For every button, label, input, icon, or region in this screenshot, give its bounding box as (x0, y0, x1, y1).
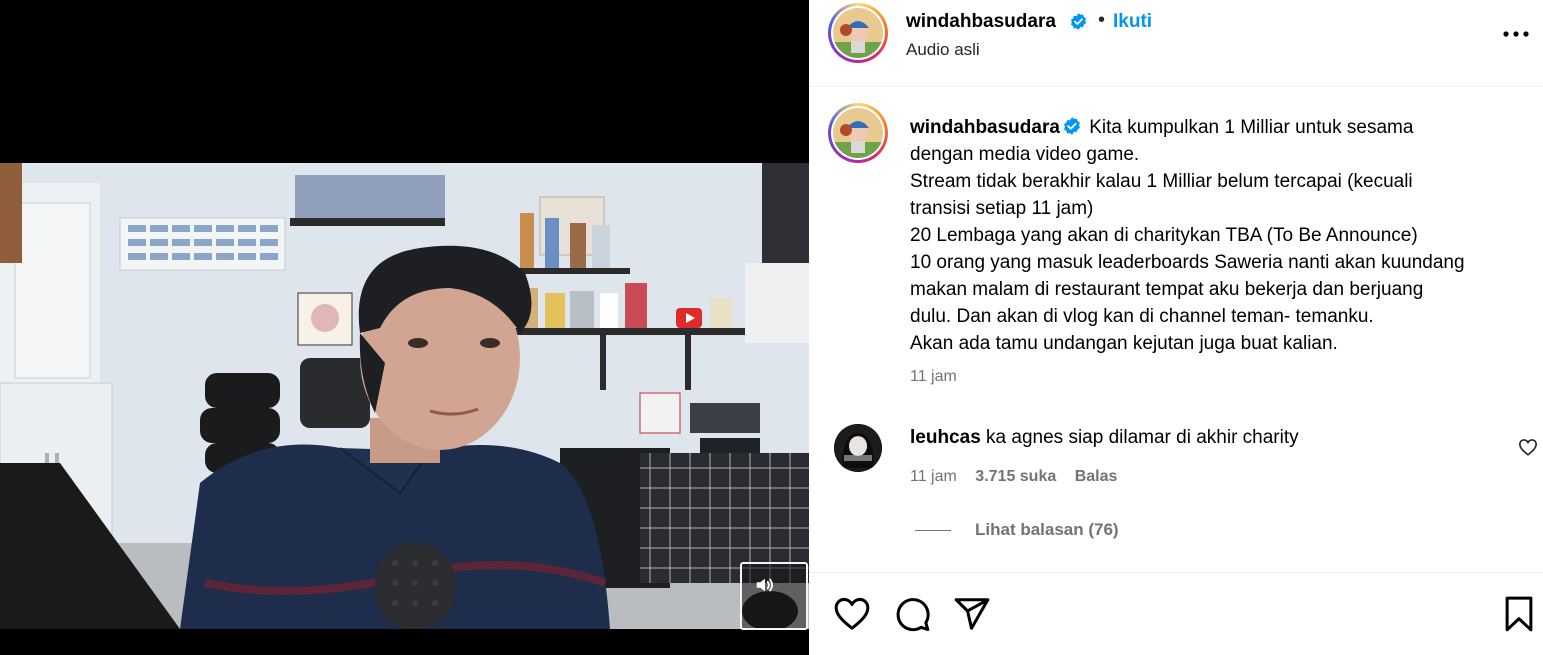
action-bar (809, 574, 1543, 655)
commenter-avatar[interactable] (834, 424, 882, 472)
comment-heart-icon[interactable] (1518, 438, 1538, 456)
caption-text: windahbasudara Kita kumpulkan 1 Milliar … (910, 114, 1530, 357)
caption-avatar-image (833, 108, 883, 158)
comment-likes[interactable]: 3.715 suka (975, 468, 1056, 485)
heart-icon[interactable] (833, 595, 871, 633)
caption-line: Akan ada tamu undangan kejutan juga buat… (910, 333, 1338, 354)
speaker-icon (756, 578, 774, 592)
video-still (0, 163, 809, 629)
view-replies-label: Lihat balasan (76) (975, 520, 1119, 539)
caption-line: 10 orang yang masuk leaderboards Saweria… (910, 252, 1465, 273)
caption-timestamp[interactable]: 11 jam (910, 368, 957, 386)
audio-label[interactable]: Audio asli (906, 40, 980, 60)
caption-username[interactable]: windahbasudara (910, 117, 1060, 138)
caption-line: dengan media video game. (910, 144, 1140, 165)
verified-badge-icon (1064, 117, 1080, 135)
more-horizontal-icon[interactable] (1499, 22, 1533, 46)
reply-button[interactable]: Balas (1075, 468, 1118, 485)
author-avatar-image (833, 8, 883, 58)
comment-item: leuhcas ka agnes siap dilamar di akhir c… (809, 418, 1543, 498)
audio-toggle-button[interactable] (740, 562, 808, 630)
caption-line: 20 Lembaga yang akan di charitykan TBA (… (910, 225, 1418, 246)
comments-section[interactable]: windahbasudara Kita kumpulkan 1 Milliar … (809, 88, 1543, 573)
video-player[interactable] (0, 0, 809, 655)
comment-meta: 11 jam 3.715 suka Balas (910, 468, 1131, 486)
comment-icon[interactable] (893, 595, 931, 633)
verified-badge-icon (1070, 13, 1087, 30)
caption-line: dulu. Dan akan di vlog kan di channel te… (910, 306, 1374, 327)
author-avatar[interactable] (828, 3, 888, 63)
follow-button[interactable]: Ikuti (1113, 11, 1152, 33)
caption-avatar[interactable] (828, 103, 888, 163)
caption-line: transisi setiap 11 jam) (910, 198, 1094, 219)
caption-line: Stream tidak berakhir kalau 1 Milliar be… (910, 171, 1413, 192)
post-header: windahbasudara • Ikuti Audio asli (809, 0, 1543, 87)
author-username[interactable]: windahbasudara (906, 11, 1056, 33)
separator-dot: • (1098, 9, 1106, 31)
commenter-username[interactable]: leuhcas (910, 427, 981, 448)
comment-timestamp[interactable]: 11 jam (910, 468, 957, 485)
bookmark-icon[interactable] (1500, 595, 1538, 633)
caption-line: makan malam di restaurant tempat aku bek… (910, 279, 1424, 300)
share-icon[interactable] (953, 595, 991, 633)
comment-body: ka agnes siap dilamar di akhir charity (986, 427, 1299, 448)
video-frame[interactable] (0, 163, 809, 629)
reply-divider (915, 530, 951, 531)
post-sidebar: windahbasudara • Ikuti Audio asli windah… (809, 0, 1543, 655)
caption-line: Kita kumpulkan 1 Milliar untuk sesama (1089, 117, 1414, 138)
